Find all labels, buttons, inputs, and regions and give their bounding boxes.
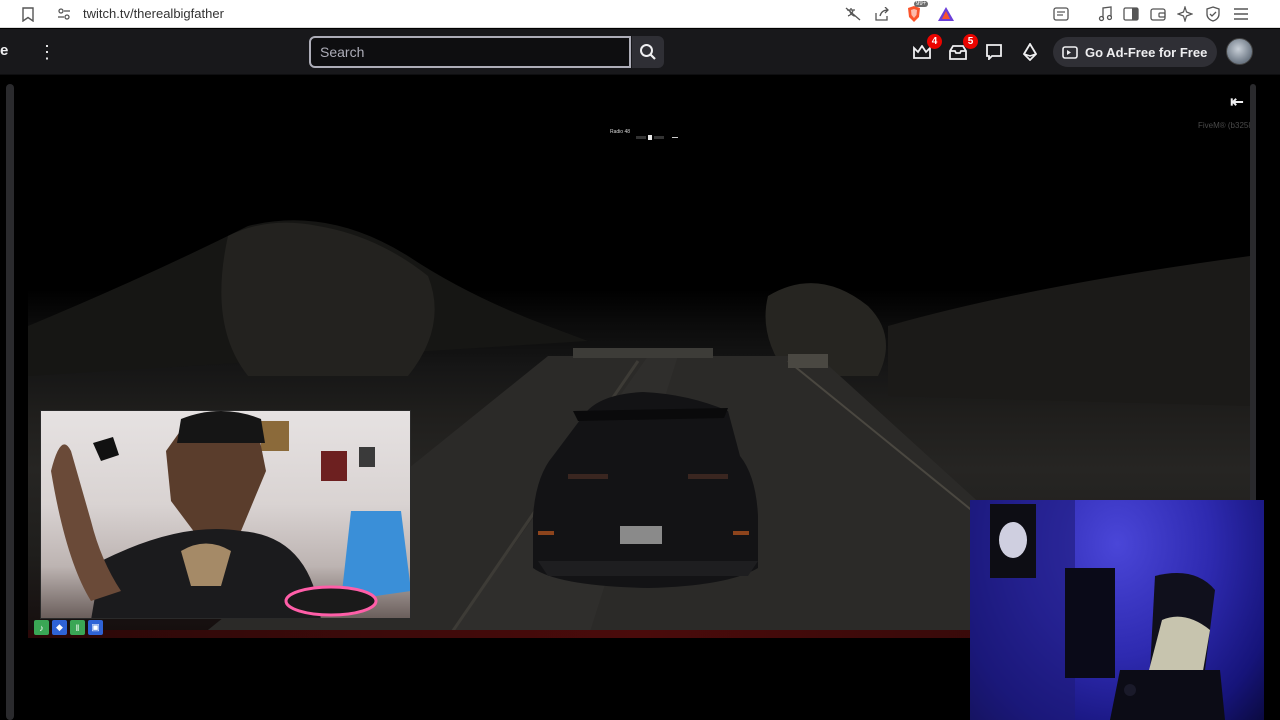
wallet-icon[interactable]: [1148, 4, 1168, 24]
streamer-webcam: [40, 410, 411, 619]
room-webcam-art: [970, 500, 1225, 720]
go-ad-free-label: Go Ad-Free for Free: [1085, 44, 1208, 60]
fivem-watermark: FiveM® (b3258): [1198, 121, 1256, 130]
share-icon[interactable]: [872, 4, 892, 24]
whispers-button[interactable]: [982, 40, 1006, 64]
left-scrollbar[interactable]: [6, 84, 14, 720]
sidebar-icon[interactable]: [1121, 4, 1141, 24]
more-options-icon[interactable]: ⋮: [38, 40, 56, 64]
translate-off-icon[interactable]: [843, 4, 863, 24]
leo-ai-icon[interactable]: [1175, 4, 1195, 24]
notifications-button[interactable]: 5: [946, 34, 978, 64]
go-ad-free-button[interactable]: Go Ad-Free for Free: [1053, 37, 1217, 67]
collapse-chat-button[interactable]: ⇤: [1226, 92, 1248, 114]
nav-browse-link[interactable]: e: [0, 42, 8, 59]
room-webcam: [970, 500, 1264, 720]
shields-count-badge: 99+: [914, 1, 929, 7]
lock-icon: ▣: [88, 620, 103, 635]
mic-icon: ♪: [34, 620, 49, 635]
brave-shields-icon[interactable]: 99+: [904, 1, 929, 24]
twitch-top-nav: e ⋮ Search 4 5 Go Ad-Free for Free: [0, 29, 1280, 75]
webcam-person-art: [51, 411, 410, 618]
shield-icon: ◆: [52, 620, 67, 635]
address-bar-url[interactable]: twitch.tv/therealbigfather: [83, 4, 224, 24]
crown-icon: [913, 45, 931, 59]
user-avatar[interactable]: [1226, 38, 1253, 65]
music-icon[interactable]: [1095, 4, 1115, 24]
hud-radio-text: Radio 48: [610, 129, 631, 135]
right-scrollbar[interactable]: [1250, 84, 1256, 504]
video-player[interactable]: Radio 48 FiveM® (b3258) ⇤ ♪ ◆ ‖ ▣: [0, 76, 1280, 720]
player-bottom-area: [28, 638, 970, 720]
search-button[interactable]: [632, 36, 664, 68]
whispers-icon: [986, 44, 1002, 60]
streamer-status-icons: ♪ ◆ ‖ ▣: [34, 620, 103, 636]
site-settings-icon[interactable]: [54, 4, 74, 24]
ad-free-icon: [1062, 45, 1078, 59]
browser-toolbar: twitch.tv/therealbigfather 99+: [0, 0, 1280, 28]
bits-icon: [1023, 43, 1037, 61]
notifications-badge: 5: [963, 34, 978, 49]
prime-crown-button[interactable]: 4: [910, 34, 942, 64]
controller-icon: ‖: [70, 620, 85, 635]
bits-button[interactable]: [1018, 40, 1042, 64]
prime-badge: 4: [927, 34, 942, 49]
search-input[interactable]: Search: [309, 36, 631, 68]
search-icon: [640, 44, 656, 60]
reader-mode-icon[interactable]: [1051, 4, 1071, 24]
menu-icon[interactable]: [1231, 4, 1251, 24]
bookmark-icon[interactable]: [18, 4, 38, 24]
vpn-icon[interactable]: [1203, 4, 1223, 24]
brave-rewards-icon[interactable]: [936, 4, 956, 24]
